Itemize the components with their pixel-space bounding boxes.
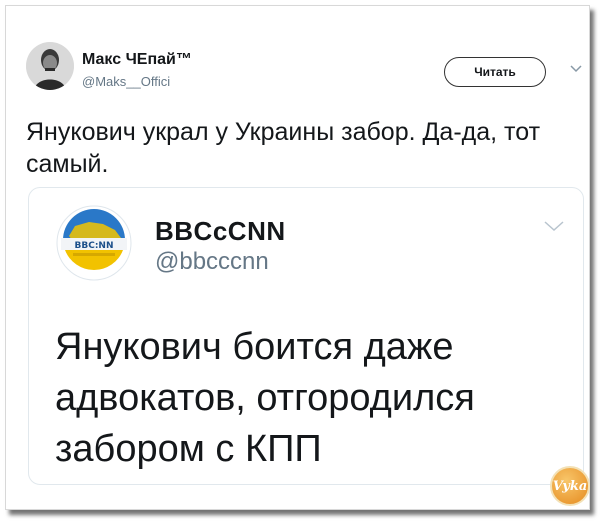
quoted-tweet-text: Янукович боится даже адвокатов, отгороди… <box>55 326 475 470</box>
avatar[interactable] <box>26 42 74 90</box>
chevron-down-icon[interactable] <box>543 218 565 234</box>
tweet-card: Макс ЧЕпай™ @Maks__Offici Читать Янукови… <box>5 5 590 510</box>
author-handle[interactable]: @Maks__Offici <box>82 74 170 89</box>
avatar-portrait-icon <box>26 42 74 90</box>
logo-text: BBC:NN <box>75 241 114 251</box>
quoted-author-handle[interactable]: @bbcccnn <box>155 248 269 276</box>
tweet-text: Янукович украл у Украины забор. Да-да, т… <box>26 118 541 178</box>
chevron-down-icon[interactable] <box>569 62 583 76</box>
bbcccnn-logo[interactable]: BBC:NN <box>55 204 133 282</box>
author-name[interactable]: Макс ЧЕпай™ <box>82 51 192 69</box>
watermark-badge: Vyka <box>550 466 590 506</box>
quoted-tweet[interactable]: BBC:NN BBCcCNN @bbcccnn Янукович боится … <box>28 187 584 485</box>
quoted-author-name[interactable]: BBCcCNN <box>155 216 286 247</box>
follow-button[interactable]: Читать <box>444 57 546 87</box>
